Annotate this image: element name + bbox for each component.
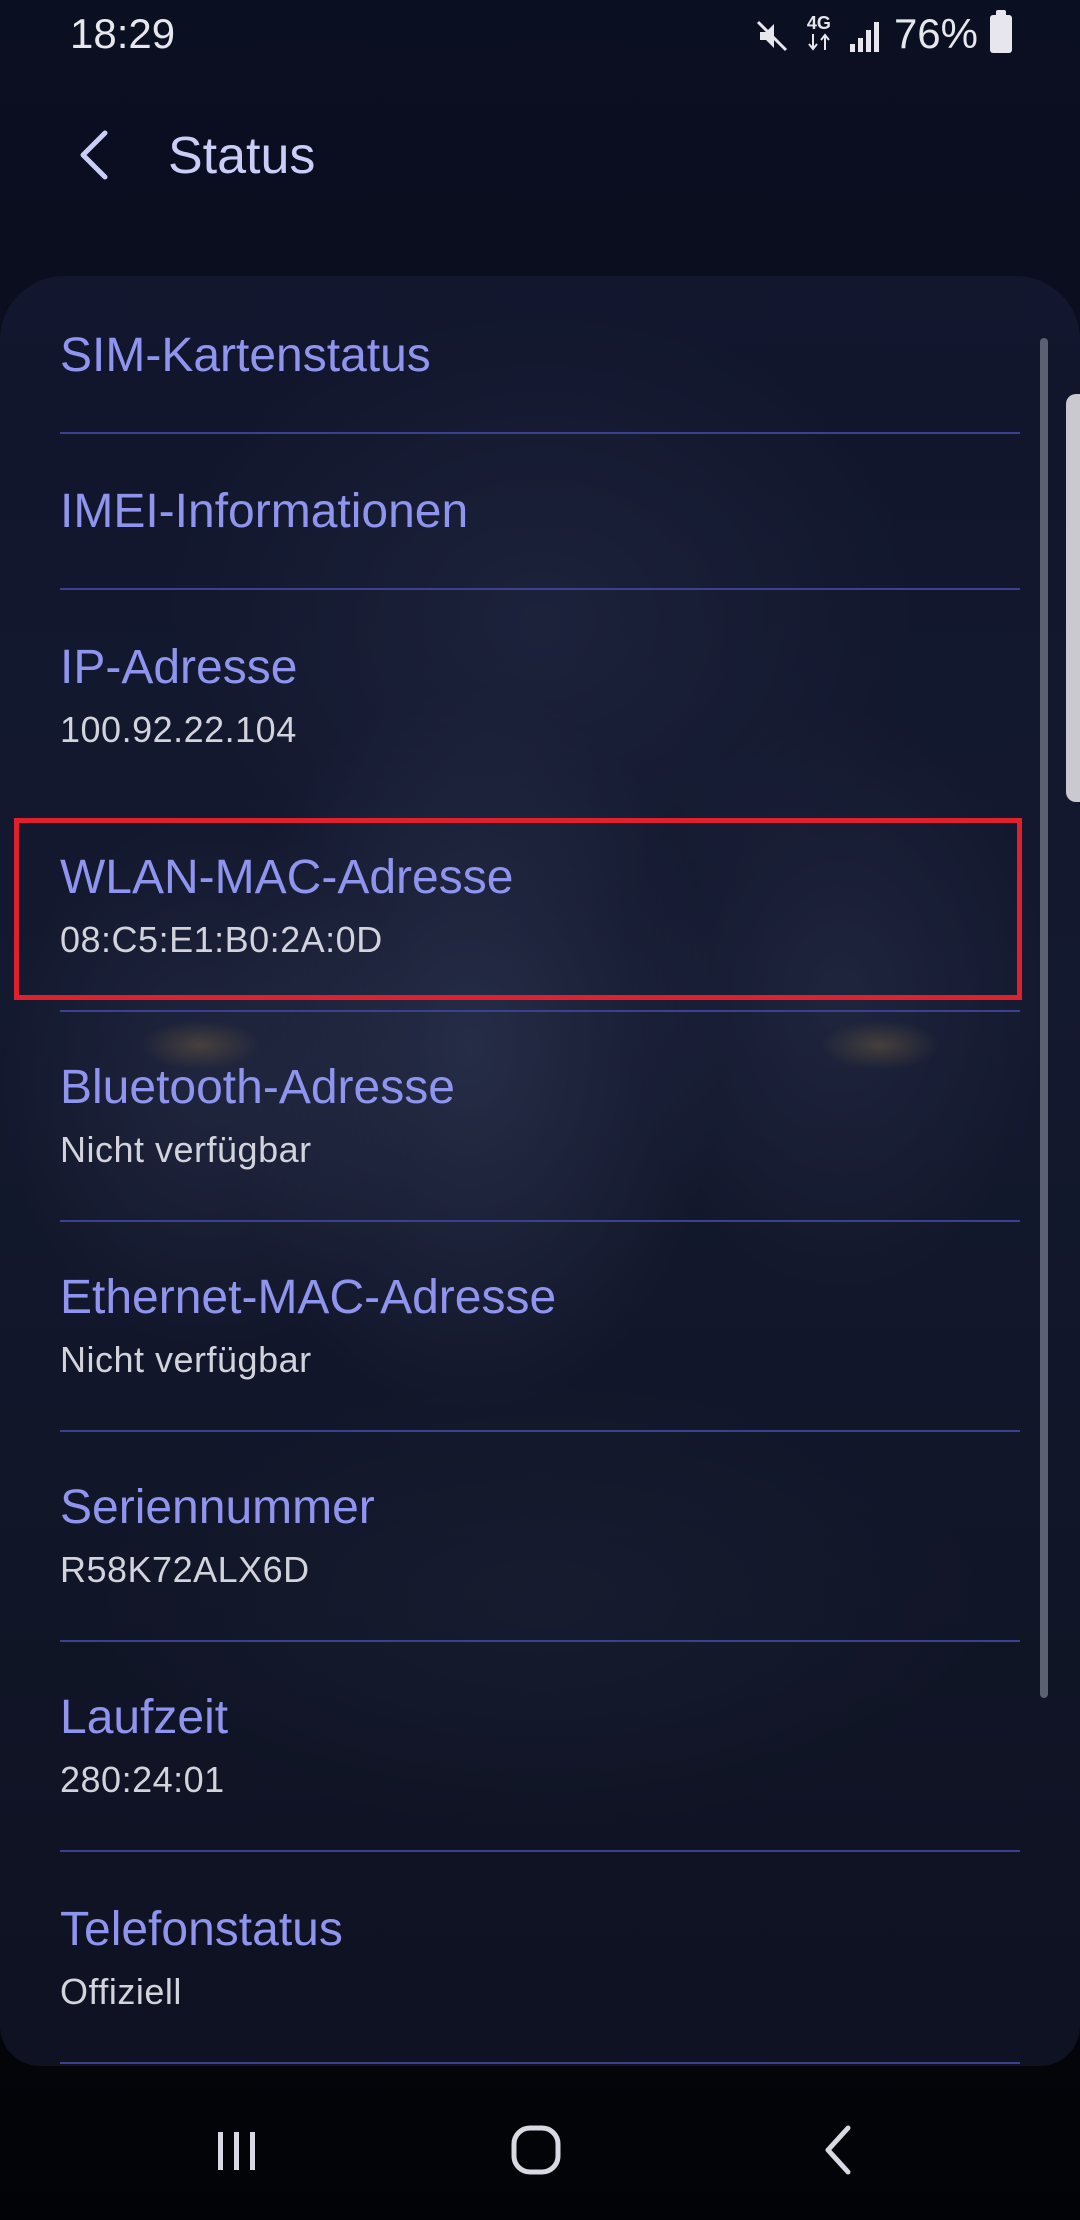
scrollbar[interactable]	[1040, 338, 1048, 1698]
signal-icon	[848, 16, 882, 52]
lte-icon: 4G	[802, 14, 836, 54]
list-item-title: Seriennummer	[60, 1481, 375, 1534]
list-item-phone-status: Telefonstatus Offiziell	[60, 1902, 1020, 2013]
divider	[60, 1640, 1020, 1642]
back-button[interactable]	[60, 120, 130, 190]
recents-icon	[218, 2132, 255, 2170]
list-item-title: Bluetooth-Adresse	[60, 1061, 455, 1114]
nav-back-button[interactable]	[780, 2100, 900, 2200]
list-item-title: Ethernet-MAC-Adresse	[60, 1271, 557, 1324]
back-icon	[825, 2125, 851, 2175]
status-list-card: SIM-Kartenstatus IMEI-Informationen IP-A…	[0, 276, 1080, 2066]
list-item-title: Laufzeit	[60, 1691, 229, 1744]
list-item-title: SIM-Kartenstatus	[60, 329, 431, 382]
list-item-value: 100.92.22.104	[60, 709, 297, 750]
list-item-title: IMEI-Informationen	[60, 485, 469, 538]
list-item-value: Nicht verfügbar	[60, 1339, 312, 1380]
list-item-value: 280:24:01	[60, 1759, 225, 1800]
network-type: 4G	[806, 13, 831, 33]
home-button[interactable]	[476, 2100, 596, 2200]
status-time: 18:29	[70, 10, 176, 57]
battery-percent: 76%	[893, 10, 978, 57]
battery-icon	[990, 10, 1012, 53]
list-item-ip-address: IP-Adresse 100.92.22.104	[60, 640, 1020, 751]
page-title: Status	[168, 127, 316, 185]
list-item-bluetooth-address: Bluetooth-Adresse Nicht verfügbar	[60, 1060, 1020, 1171]
mute-icon	[754, 16, 790, 52]
list-item-uptime: Laufzeit 280:24:01	[60, 1690, 1020, 1801]
list-item-value: R58K72ALX6D	[60, 1549, 310, 1590]
list-item-imei[interactable]: IMEI-Informationen	[60, 484, 1020, 539]
edge-panel-handle[interactable]	[1066, 394, 1080, 802]
status-bar: 18:29 4G 76%	[0, 0, 1080, 72]
status-icons: 4G 76%	[754, 10, 1012, 58]
divider	[60, 1850, 1020, 1852]
divider	[60, 1220, 1020, 1222]
list-item-sim-status[interactable]: SIM-Kartenstatus	[60, 328, 1020, 383]
navigation-bar	[0, 2080, 1080, 2220]
list-item-value: Nicht verfügbar	[60, 1129, 312, 1170]
divider	[60, 432, 1020, 434]
recents-button[interactable]	[176, 2100, 296, 2200]
app-bar: Status	[0, 100, 1080, 220]
home-icon	[511, 2125, 561, 2175]
divider	[60, 2062, 1020, 2064]
highlight-box	[14, 818, 1022, 1000]
list-item-title: IP-Adresse	[60, 641, 298, 694]
list-item-value: Offiziell	[60, 1971, 182, 2012]
divider	[60, 588, 1020, 590]
list-item-title: Telefonstatus	[60, 1903, 343, 1956]
divider	[60, 1430, 1020, 1432]
list-item-serial-number: Seriennummer R58K72ALX6D	[60, 1480, 1020, 1591]
list-item-ethernet-mac: Ethernet-MAC-Adresse Nicht verfügbar	[60, 1270, 1020, 1381]
chevron-left-icon	[80, 130, 108, 180]
divider	[60, 1010, 1020, 1012]
